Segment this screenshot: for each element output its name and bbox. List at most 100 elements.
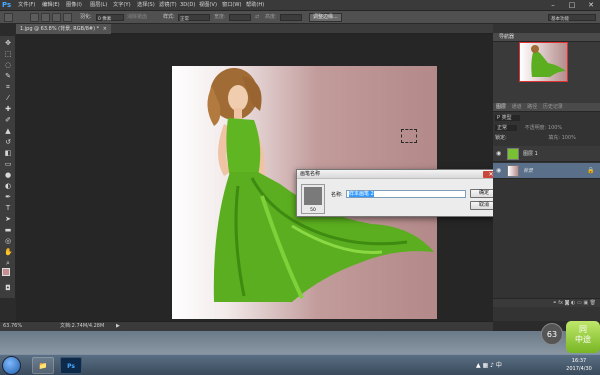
menu-window[interactable]: 窗口(W) bbox=[222, 1, 242, 10]
start-button[interactable] bbox=[2, 356, 21, 375]
foreground-color-swatch[interactable] bbox=[2, 268, 10, 276]
intersect-selection-icon[interactable] bbox=[63, 13, 72, 22]
height-input[interactable] bbox=[280, 14, 302, 21]
dialog-title: 画笔名称 bbox=[297, 170, 501, 179]
close-app-button[interactable]: ✕ bbox=[582, 0, 600, 10]
dodge-tool-icon[interactable]: ◐ bbox=[4, 182, 12, 190]
tab-navigator[interactable]: 导航器 bbox=[496, 34, 517, 40]
marquee-tool-icon[interactable] bbox=[4, 13, 13, 22]
pen-tool-icon[interactable]: ✒ bbox=[4, 193, 12, 201]
gradient-tool-icon[interactable]: ▭ bbox=[4, 160, 12, 168]
layer-mask-icon[interactable]: ◙ bbox=[565, 300, 570, 306]
width-label: 宽度: bbox=[214, 14, 226, 20]
new-selection-icon[interactable] bbox=[30, 13, 39, 22]
blend-mode-select[interactable]: 正常 bbox=[495, 125, 518, 131]
menu-help[interactable]: 帮助(H) bbox=[246, 1, 264, 10]
clock[interactable]: 16:37 2017/4/30 bbox=[560, 357, 598, 373]
ime-icon[interactable]: 中 bbox=[496, 362, 502, 369]
options-bar: 羽化: 0 像素 消除锯齿 样式: 正常 宽度: ⇄ 高度: 调整边缘... 基… bbox=[0, 11, 600, 24]
navigator-thumbnail[interactable] bbox=[519, 42, 568, 82]
selection-marquee[interactable] bbox=[401, 129, 417, 143]
hand-tool-icon[interactable]: ✋ bbox=[4, 248, 13, 256]
eye-icon[interactable]: ◉ bbox=[496, 163, 501, 179]
layer-name[interactable]: 背景 bbox=[523, 163, 533, 179]
brush-name-input[interactable]: 样本画笔 2 bbox=[346, 190, 466, 198]
healing-brush-tool-icon[interactable]: ✚ bbox=[4, 105, 12, 113]
app-tile[interactable]: 同 中途 bbox=[566, 321, 600, 353]
network-icon[interactable]: ▦ bbox=[483, 362, 489, 369]
speed-badge[interactable]: 63 bbox=[541, 323, 563, 345]
height-label: 高度: bbox=[265, 14, 277, 20]
name-label: 名称: bbox=[331, 192, 343, 198]
link-layers-icon[interactable]: ⚭ bbox=[552, 300, 556, 306]
delete-layer-icon[interactable]: 🗑 bbox=[590, 300, 596, 306]
menu-view[interactable]: 视图(V) bbox=[199, 1, 217, 10]
add-selection-icon[interactable] bbox=[41, 13, 50, 22]
tab-channels[interactable]: 通道 bbox=[512, 104, 526, 110]
blur-tool-icon[interactable]: ● bbox=[4, 171, 12, 179]
layer-name[interactable]: 图层 1 bbox=[523, 146, 538, 162]
tab-layers[interactable]: 图层 bbox=[496, 104, 510, 110]
fill-value[interactable]: 100% bbox=[562, 135, 576, 141]
tab-paths[interactable]: 路径 bbox=[527, 104, 541, 110]
app-tile-label: 同 中途 bbox=[575, 325, 591, 344]
document-tab-close-icon[interactable]: × bbox=[101, 26, 107, 32]
quick-select-tool-icon[interactable]: ✎ bbox=[4, 72, 12, 80]
eye-icon[interactable]: ◉ bbox=[496, 146, 501, 162]
tab-history[interactable]: 历史记录 bbox=[543, 104, 563, 110]
menu-edit[interactable]: 编辑(E) bbox=[42, 1, 60, 10]
crop-tool-icon[interactable]: ⌗ bbox=[4, 83, 12, 91]
history-brush-tool-icon[interactable]: ↺ bbox=[4, 138, 12, 146]
type-tool-icon[interactable]: T bbox=[4, 204, 12, 212]
new-group-icon[interactable]: ▭ bbox=[577, 300, 582, 306]
workspace-select[interactable]: 基本功能 bbox=[548, 14, 596, 22]
explorer-taskbar-icon[interactable]: 📁 bbox=[32, 357, 54, 374]
layer-row[interactable]: ◉ 图层 1 bbox=[493, 146, 600, 162]
layer-thumbnail bbox=[507, 148, 519, 160]
antialias-checkbox[interactable]: 消除锯齿 bbox=[127, 13, 147, 22]
menu-layer[interactable]: 图层(L) bbox=[90, 1, 107, 10]
menu-image[interactable]: 图像(I) bbox=[66, 1, 82, 10]
shape-tool-icon[interactable]: ▬ bbox=[4, 226, 12, 234]
layer-style-icon[interactable]: fx bbox=[558, 300, 563, 306]
quick-mask-icon[interactable]: ◘ bbox=[4, 284, 12, 292]
style-select[interactable]: 正常 bbox=[178, 14, 210, 22]
brush-tool-icon[interactable]: ✐ bbox=[4, 116, 12, 124]
eyedropper-tool-icon[interactable]: ⁄ bbox=[4, 94, 12, 102]
status-arrow-icon[interactable]: ▶ bbox=[116, 322, 120, 331]
menu-3d[interactable]: 3D(D) bbox=[180, 1, 195, 10]
document-tab[interactable]: 1.jpg @ 63.8% (背景, RGB/8#) * × bbox=[16, 24, 111, 34]
clone-stamp-tool-icon[interactable]: ▲ bbox=[4, 127, 12, 135]
layer-kind-select[interactable]: P 类型 bbox=[495, 115, 520, 121]
feather-input[interactable]: 0 像素 bbox=[96, 14, 124, 22]
workspace-value: 基本功能 bbox=[551, 17, 569, 22]
status-bar: 63.76% 文档:2.74M/4.28M ▶ bbox=[0, 321, 493, 331]
zoom-tool-icon[interactable]: ⌕ bbox=[4, 259, 12, 267]
tray-up-icon[interactable]: ▲ bbox=[476, 362, 481, 369]
tray-icons: ▲ ▦ ♪ 中 bbox=[476, 360, 556, 370]
width-input[interactable] bbox=[229, 14, 251, 21]
minimize-button[interactable]: – bbox=[544, 0, 562, 10]
lasso-tool-icon[interactable]: ◌ bbox=[4, 61, 12, 69]
navigator-panel-header: 导航器 bbox=[493, 33, 600, 42]
path-select-tool-icon[interactable]: ➤ bbox=[4, 215, 12, 223]
menu-select[interactable]: 选择(S) bbox=[137, 1, 155, 10]
menu-type[interactable]: 文字(Y) bbox=[113, 1, 131, 10]
3d-tool-icon[interactable]: ◎ bbox=[4, 237, 12, 245]
rect-marquee-tool-icon[interactable]: ⬚ bbox=[4, 50, 12, 58]
layer-row[interactable]: ◉ 背景 🔒 bbox=[493, 163, 600, 179]
maximize-button[interactable]: □ bbox=[563, 0, 581, 10]
subtract-selection-icon[interactable] bbox=[52, 13, 61, 22]
refine-edge-button[interactable]: 调整边缘... bbox=[309, 13, 342, 22]
menu-file[interactable]: 文件(F) bbox=[18, 1, 35, 10]
move-tool-icon[interactable]: ✥ bbox=[4, 39, 12, 47]
volume-icon[interactable]: ♪ bbox=[490, 362, 494, 369]
photoshop-taskbar-icon[interactable]: Ps bbox=[60, 357, 82, 374]
menu-filter[interactable]: 滤镜(T) bbox=[159, 1, 177, 10]
opacity-value[interactable]: 100% bbox=[548, 125, 562, 131]
eraser-tool-icon[interactable]: ◧ bbox=[4, 149, 12, 157]
zoom-level[interactable]: 63.76% bbox=[3, 322, 22, 331]
adjustment-layer-icon[interactable]: ◐ bbox=[571, 300, 575, 306]
swap-icon[interactable]: ⇄ bbox=[255, 13, 259, 22]
new-layer-icon[interactable]: ▣ bbox=[583, 300, 588, 306]
